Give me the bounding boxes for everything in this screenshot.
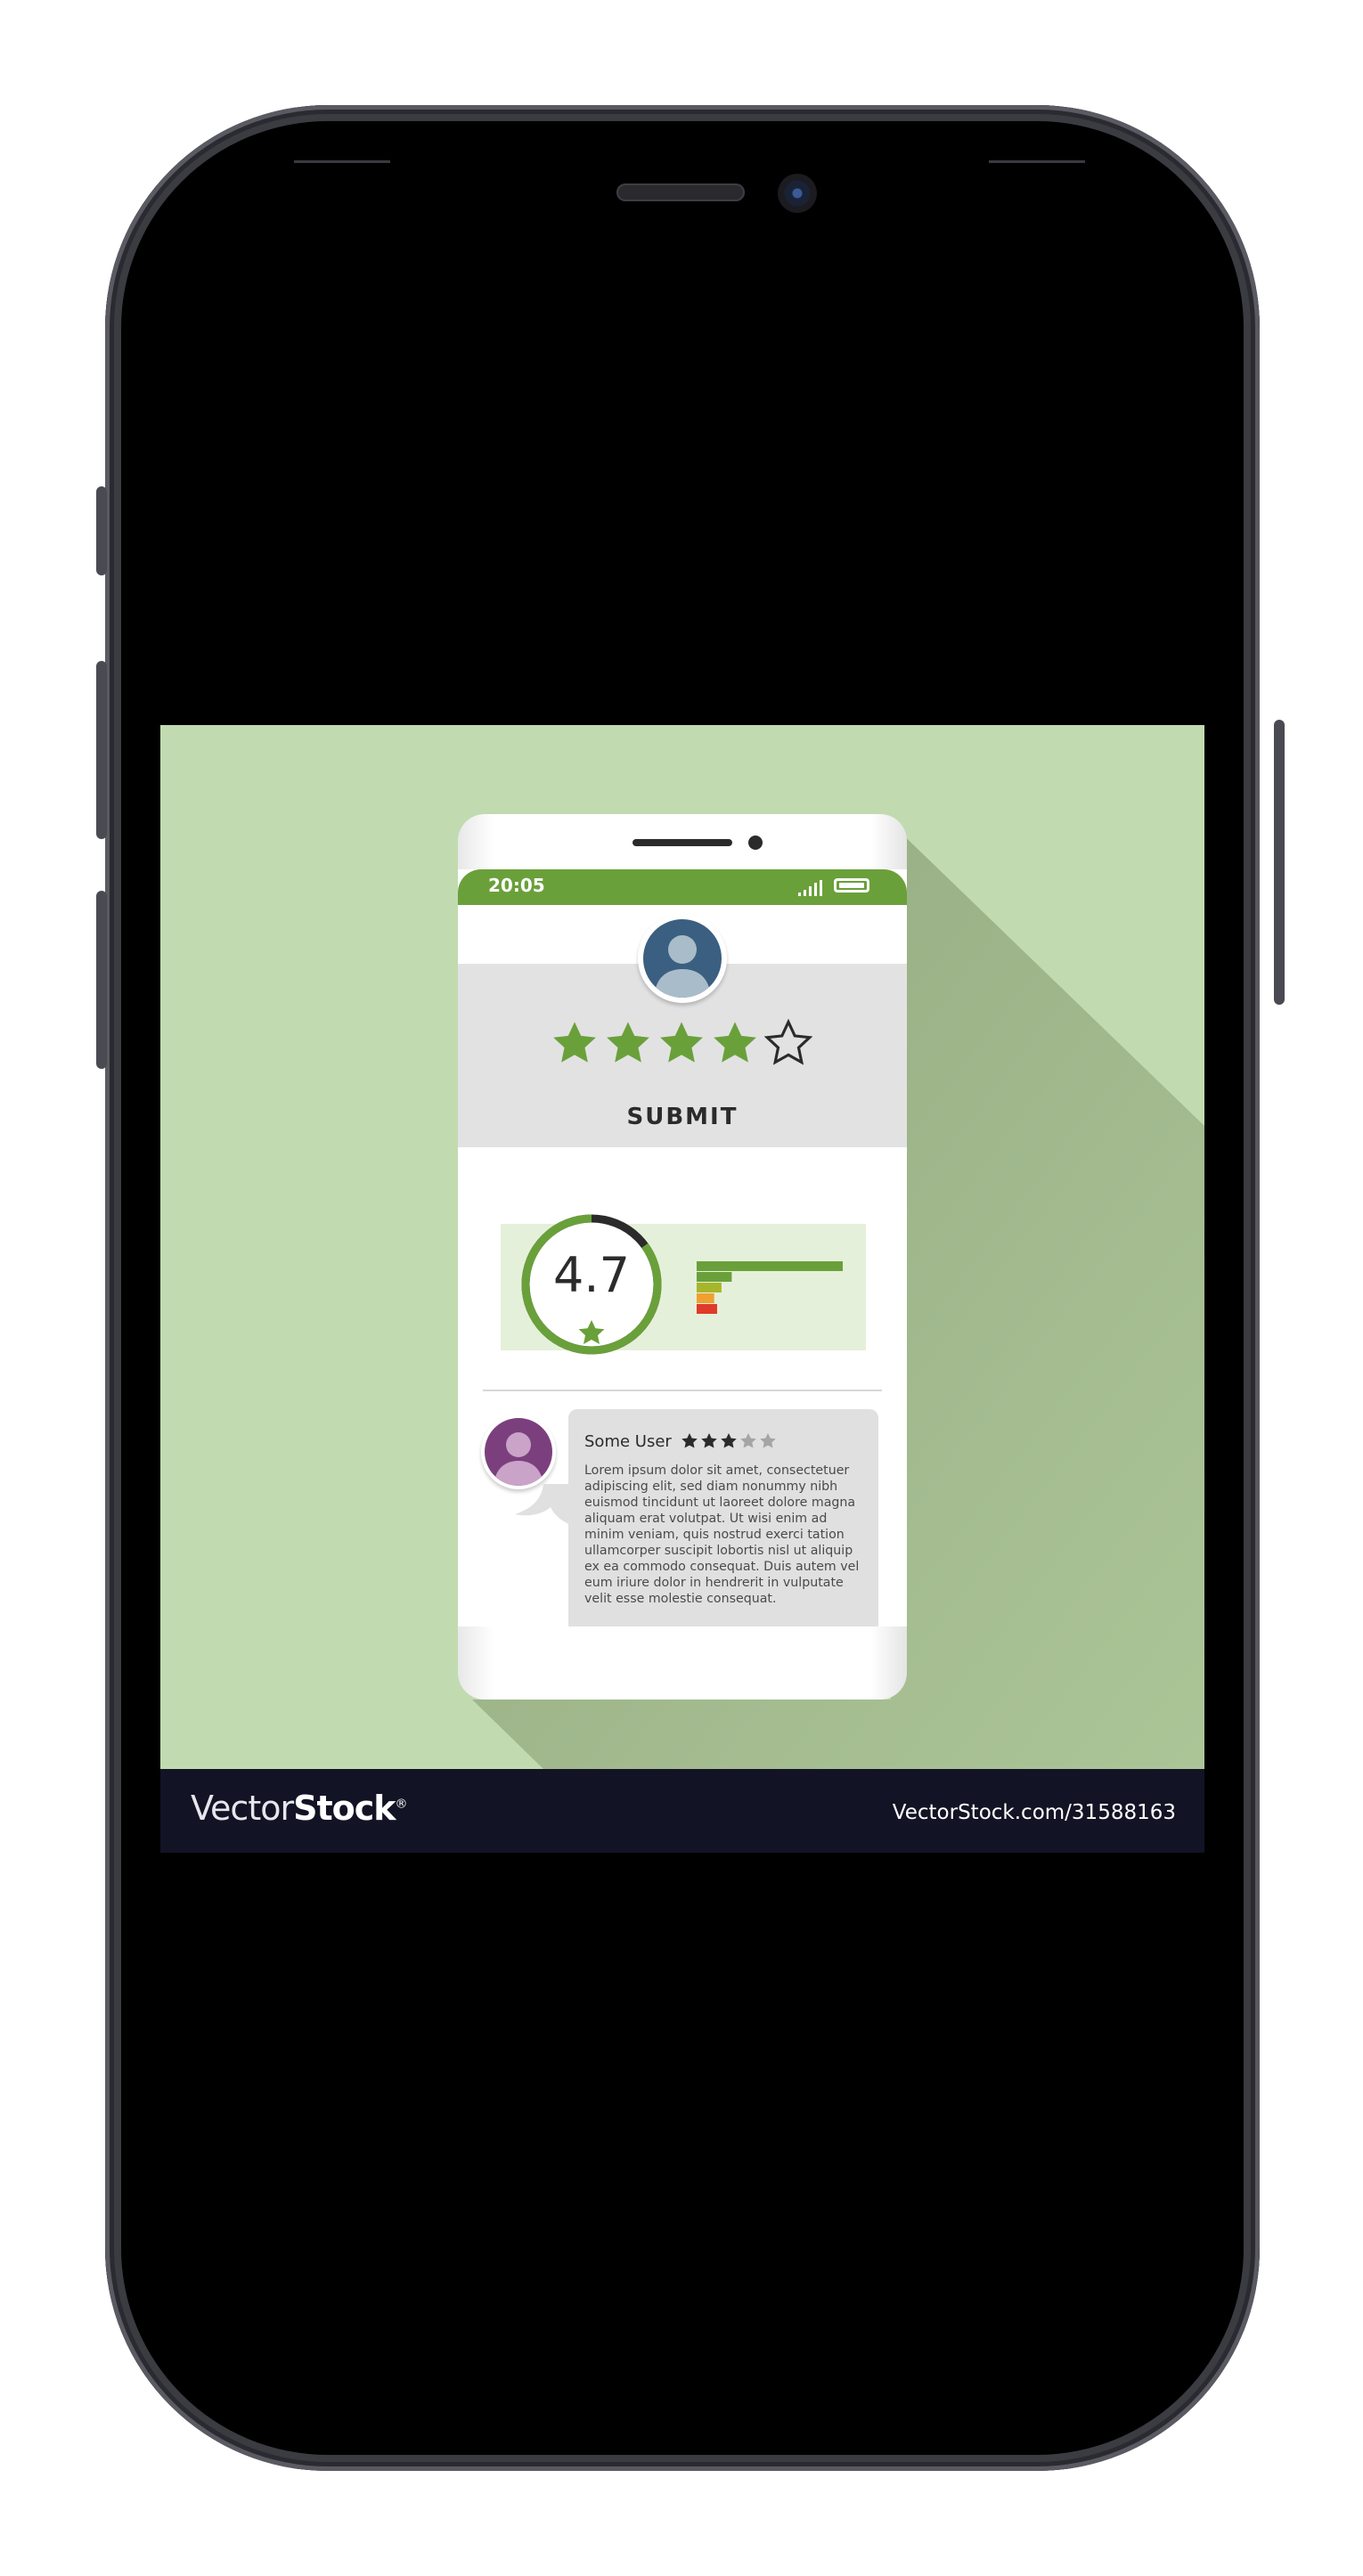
app-screen: 20:05 SUBMIT 4.7 Some User Lorem ipsum d… bbox=[458, 869, 907, 1626]
star-icon[interactable] bbox=[711, 1019, 759, 1067]
signal-icon bbox=[798, 880, 822, 896]
divider bbox=[483, 1390, 882, 1391]
earpiece-speaker bbox=[616, 183, 745, 201]
distribution-bar-2 bbox=[697, 1293, 714, 1303]
star-icon[interactable] bbox=[604, 1019, 652, 1067]
volume-down-button[interactable] bbox=[96, 891, 107, 1069]
illustration: 20:05 SUBMIT 4.7 Some User Lorem ipsum d… bbox=[160, 725, 1204, 1769]
distribution-bar-1 bbox=[697, 1304, 717, 1314]
antenna-line-left bbox=[294, 160, 390, 163]
reviewer-avatar[interactable] bbox=[481, 1414, 556, 1489]
profile-avatar[interactable] bbox=[638, 914, 727, 1003]
star-icon[interactable] bbox=[551, 1019, 599, 1067]
star-rating-input[interactable] bbox=[551, 1019, 818, 1076]
review-stars bbox=[682, 1433, 776, 1448]
volume-up-button[interactable] bbox=[96, 661, 107, 839]
review-card: Some User Lorem ipsum dolor sit amet, co… bbox=[568, 1409, 878, 1626]
illustrated-phone: 20:05 SUBMIT 4.7 Some User Lorem ipsum d… bbox=[458, 814, 907, 1700]
reviewer-name: Some User bbox=[584, 1432, 672, 1451]
front-camera bbox=[778, 174, 817, 213]
phone-camera bbox=[748, 836, 763, 850]
source-url: VectorStock.com/31588163 bbox=[892, 1801, 1176, 1824]
vectorstock-logo: VectorStock® bbox=[191, 1789, 408, 1828]
review-text: Lorem ipsum dolor sit amet, consectetuer… bbox=[584, 1463, 860, 1606]
average-score: 4.7 bbox=[553, 1247, 630, 1303]
phone-speaker bbox=[633, 839, 732, 846]
star-outline-icon[interactable] bbox=[764, 1019, 812, 1067]
submit-button[interactable]: SUBMIT bbox=[593, 1099, 771, 1135]
mute-switch[interactable] bbox=[96, 486, 107, 575]
user-silhouette-icon bbox=[494, 1432, 543, 1486]
distribution-bar-3 bbox=[697, 1283, 722, 1292]
distribution-bar-5 bbox=[697, 1261, 843, 1271]
status-bar: 20:05 bbox=[458, 869, 907, 905]
status-time: 20:05 bbox=[488, 875, 545, 896]
distribution-bar-4 bbox=[697, 1272, 732, 1282]
rating-distribution-bars bbox=[697, 1261, 843, 1314]
star-icon[interactable] bbox=[657, 1019, 706, 1067]
antenna-line-right bbox=[989, 160, 1085, 163]
watermark-footer: VectorStock® VectorStock.com/31588163 bbox=[160, 1769, 1204, 1853]
power-button[interactable] bbox=[1274, 720, 1285, 1005]
score-card: 4.7 bbox=[501, 1214, 866, 1355]
user-silhouette-icon bbox=[654, 935, 711, 998]
battery-icon bbox=[834, 878, 869, 893]
